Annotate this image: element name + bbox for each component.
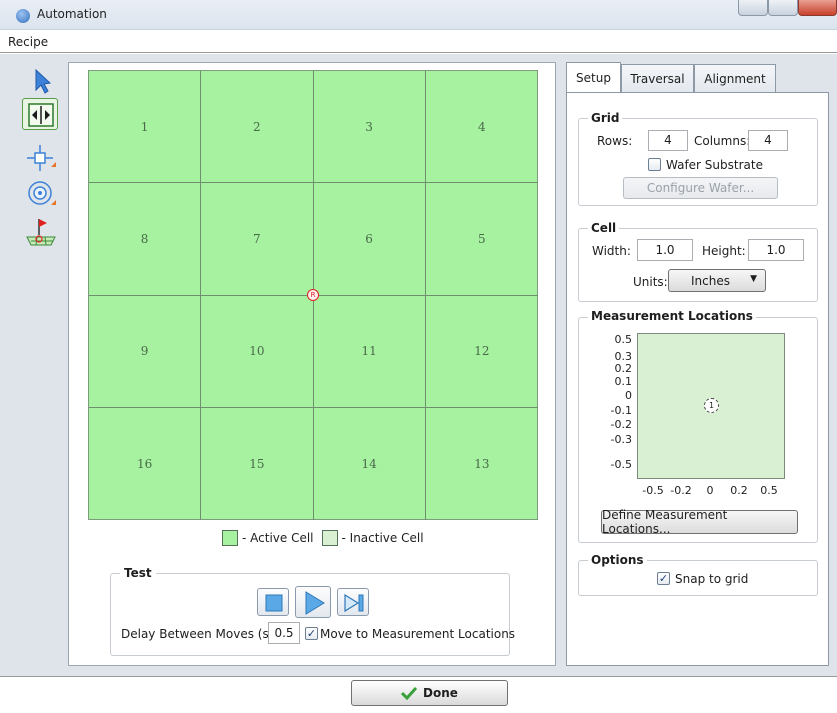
- test-group-title: Test: [120, 566, 156, 580]
- y-tick-label: -0.1: [610, 404, 632, 417]
- move-to-measurement-checkbox[interactable]: ✓: [305, 627, 318, 640]
- flag-tool[interactable]: [22, 214, 58, 246]
- grid-cell[interactable]: 11: [313, 295, 426, 408]
- x-tick-label: 0: [706, 484, 714, 497]
- maximize-button[interactable]: [768, 0, 798, 16]
- inactive-cell-swatch: [321, 530, 338, 546]
- chevron-down-icon: ▼: [750, 274, 757, 284]
- crosshair-tool[interactable]: [22, 140, 58, 172]
- done-button-label: Done: [423, 686, 458, 700]
- rows-input[interactable]: 4: [648, 130, 688, 151]
- grid-cell[interactable]: 6: [313, 183, 426, 296]
- units-select-value: Inches: [691, 273, 730, 288]
- target-tool[interactable]: [22, 176, 58, 208]
- move-to-measurement-label: Move to Measurement Locations: [320, 627, 516, 641]
- width-input[interactable]: 1.0: [637, 239, 693, 261]
- app-icon: [16, 9, 30, 23]
- y-tick-label: -0.2: [610, 418, 632, 431]
- legend-active-label: - Active Cell: [242, 531, 314, 545]
- menu-recipe[interactable]: Recipe: [8, 35, 48, 49]
- window-title: Automation: [37, 7, 107, 21]
- configure-wafer-button[interactable]: Configure Wafer...: [623, 177, 778, 199]
- target-icon: [28, 181, 56, 205]
- grid-cell[interactable]: 12: [425, 296, 538, 408]
- options-group-title: Options: [588, 553, 647, 567]
- arrow-pointer-icon: [35, 68, 52, 94]
- height-label: Height:: [702, 244, 746, 258]
- y-tick-label: 0.1: [614, 375, 633, 388]
- stop-button[interactable]: [257, 588, 289, 616]
- stop-icon: [265, 594, 283, 612]
- y-tick-label: 0.2: [614, 362, 633, 375]
- legend: - Active Cell - Inactive Cell: [222, 529, 424, 547]
- grid-group-title: Grid: [588, 111, 623, 125]
- step-forward-icon: [344, 593, 364, 613]
- grid-cell[interactable]: 10: [201, 295, 314, 408]
- done-button[interactable]: Done: [351, 680, 508, 706]
- grid-cell[interactable]: 13: [426, 408, 538, 520]
- grid-cell[interactable]: 7: [201, 183, 314, 296]
- close-window-button[interactable]: [798, 0, 837, 16]
- width-label: Width:: [592, 244, 631, 258]
- measurement-point[interactable]: 1: [704, 398, 719, 413]
- wafer-substrate-checkbox[interactable]: [648, 158, 661, 171]
- grid-cell[interactable]: 15: [201, 407, 314, 520]
- snap-to-grid-checkbox[interactable]: ✓: [657, 572, 670, 585]
- units-label: Units:: [633, 275, 668, 289]
- legend-inactive-label: - Inactive Cell: [341, 531, 424, 545]
- columns-label: Columns:: [694, 134, 751, 148]
- height-input[interactable]: 1.0: [748, 239, 804, 261]
- grid-cell[interactable]: 3: [313, 71, 426, 184]
- tab-alignment[interactable]: Alignment: [694, 64, 776, 92]
- y-tick-label: -0.5: [610, 458, 632, 471]
- tab-traversal[interactable]: Traversal: [621, 64, 694, 92]
- play-icon: [305, 591, 325, 615]
- grid-cell[interactable]: 9: [89, 295, 202, 408]
- x-tick-label: 0.5: [760, 484, 778, 497]
- delay-input[interactable]: 0.5: [268, 622, 300, 644]
- measurement-group-title: Measurement Locations: [588, 309, 756, 323]
- units-select[interactable]: Inches ▼: [668, 269, 766, 292]
- move-horizontal-icon: [28, 103, 54, 127]
- grid-cell[interactable]: 5: [425, 183, 538, 296]
- columns-input[interactable]: 4: [748, 130, 788, 151]
- tab-setup[interactable]: Setup: [566, 62, 621, 93]
- play-button[interactable]: [295, 586, 331, 618]
- grid-cell[interactable]: 16: [89, 407, 202, 520]
- flag-grid-icon: [26, 219, 56, 246]
- x-tick-label: -0.5: [642, 484, 664, 497]
- checkmark-icon: [401, 686, 418, 700]
- pan-tool[interactable]: [22, 98, 58, 130]
- minimize-button[interactable]: [738, 0, 768, 16]
- grid-cell[interactable]: 1: [89, 71, 202, 184]
- x-tick-label: -0.2: [670, 484, 692, 497]
- grid-cell[interactable]: 2: [201, 71, 314, 184]
- grid-cell[interactable]: 8: [89, 183, 202, 296]
- step-button[interactable]: [337, 588, 369, 616]
- grid-cell[interactable]: 4: [425, 71, 538, 184]
- define-measurement-locations-button[interactable]: Define Measurement Locations...: [601, 508, 798, 536]
- menu-bar: [0, 31, 837, 53]
- y-tick-label: -0.3: [610, 433, 632, 446]
- wafer-substrate-label: Wafer Substrate: [666, 158, 763, 172]
- y-tick-label: 0: [625, 389, 632, 402]
- y-tick-label: 0.5: [614, 333, 633, 346]
- cell-group-title: Cell: [588, 221, 620, 235]
- origin-marker[interactable]: R: [307, 289, 319, 301]
- snap-to-grid-label: Snap to grid: [675, 572, 749, 586]
- grid-cell[interactable]: 14: [314, 407, 426, 520]
- rows-label: Rows:: [597, 134, 633, 148]
- active-cell-swatch: [222, 530, 238, 546]
- title-bar: [0, 0, 837, 30]
- crosshair-icon: [27, 145, 56, 171]
- select-tool[interactable]: [22, 64, 58, 96]
- delay-label: Delay Between Moves (s):: [121, 627, 278, 641]
- x-tick-label: 0.2: [730, 484, 748, 497]
